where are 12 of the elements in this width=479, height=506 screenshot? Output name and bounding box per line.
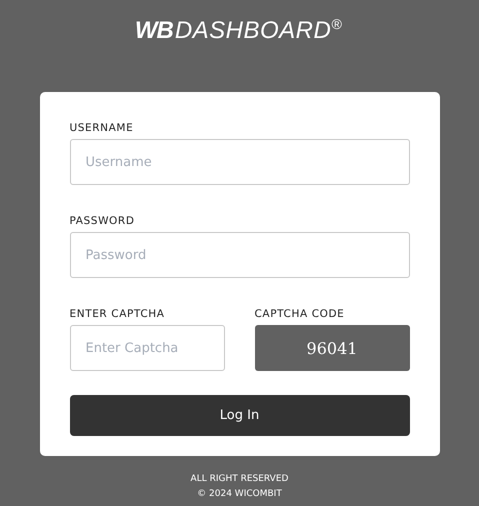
input-field[interactable]: Password (70, 232, 410, 278)
field-label: USERNAME (70, 122, 134, 134)
field-label: PASSWORD (70, 215, 136, 227)
footer-text: © 2024 WICOMBIT (196, 488, 283, 501)
captcha-input[interactable]: Enter Captcha (70, 325, 224, 371)
logo: WBDASHBOARD$^{®}$ (134, 16, 342, 46)
field-label: CAPTCHA CODE (254, 308, 346, 320)
footer-text: ALL RIGHT RESERVED (190, 473, 288, 486)
login-button[interactable]: Log In (70, 395, 410, 436)
input-field[interactable]: Username (70, 139, 410, 185)
field-label: ENTER CAPTCHA (70, 308, 166, 320)
captcha-code: 96041 (254, 325, 410, 371)
